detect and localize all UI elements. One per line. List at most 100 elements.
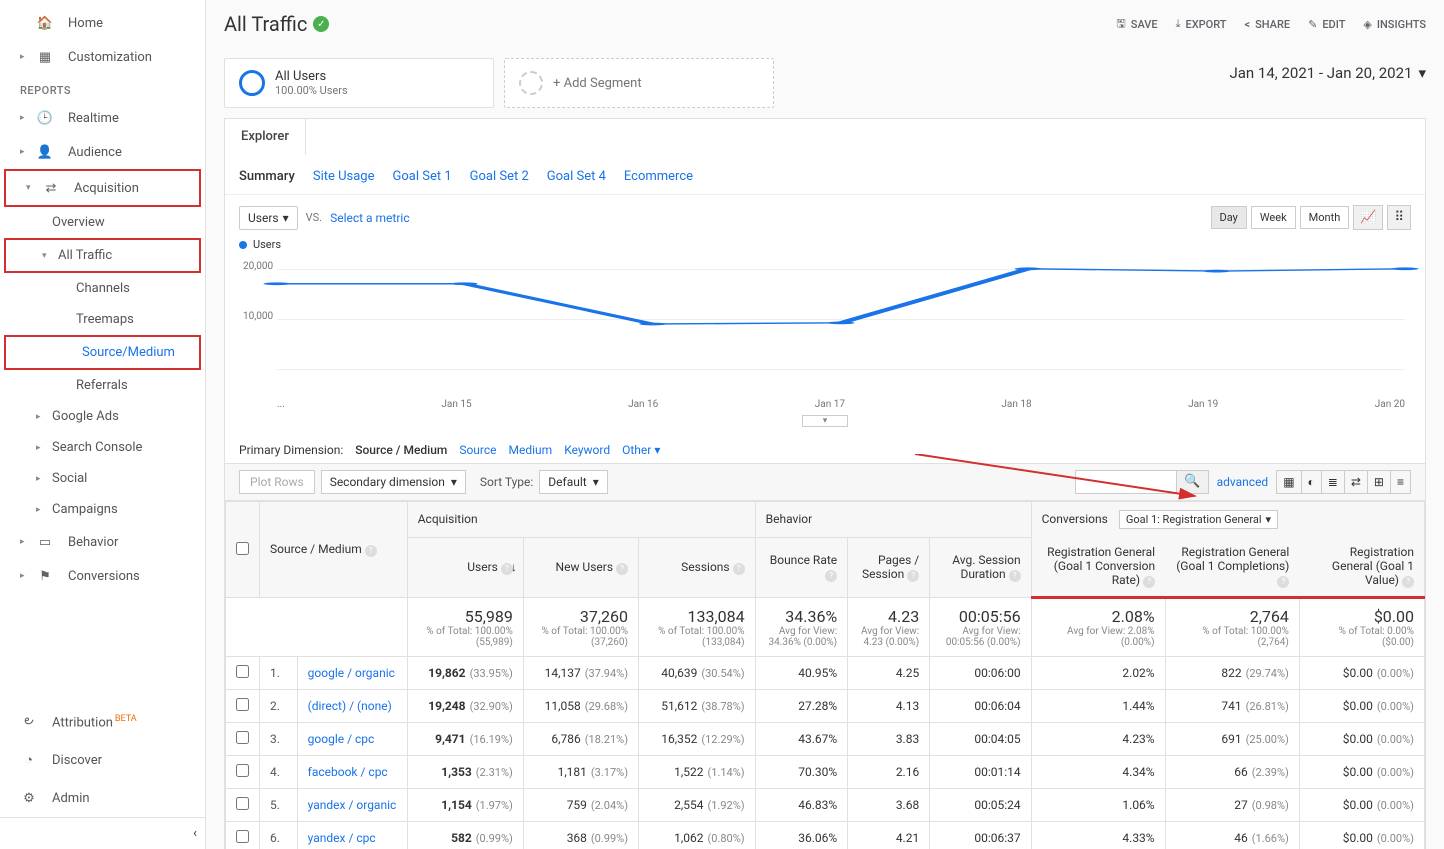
subtab-site-usage[interactable]: Site Usage (313, 169, 375, 184)
nav-social[interactable]: ▸Social (0, 463, 205, 494)
nav-realtime[interactable]: ▸🕒Realtime (0, 101, 205, 135)
th-avg-duration[interactable]: Avg. Session Duration? (930, 537, 1031, 598)
nav-customization[interactable]: ▸▦Customization (0, 40, 205, 74)
subtab-goal-set-1[interactable]: Goal Set 1 (393, 169, 452, 184)
nav-conversions[interactable]: ▸⚑Conversions (0, 559, 205, 593)
nav-treemaps[interactable]: Treemaps (0, 304, 205, 335)
th-bounce-rate[interactable]: Bounce Rate? (755, 537, 848, 598)
dim-other[interactable]: Other ▾ (622, 443, 660, 457)
conversions-select[interactable]: Goal 1: Registration General▾ (1119, 510, 1278, 529)
row-checkbox[interactable] (236, 830, 249, 843)
row-checkbox[interactable] (236, 764, 249, 777)
time-day[interactable]: Day (1211, 206, 1247, 229)
row-checkbox[interactable] (236, 665, 249, 678)
th-new-users[interactable]: New Users? (523, 537, 638, 598)
legend-dot-icon (239, 241, 247, 249)
chart-type-motion[interactable]: ⠿ (1387, 205, 1411, 230)
chart-expand[interactable]: ▾ (802, 415, 849, 427)
nav-audience[interactable]: ▸👤Audience (0, 135, 205, 169)
row-checkbox[interactable] (236, 698, 249, 711)
select-all-checkbox[interactable] (236, 542, 249, 555)
select-metric-link[interactable]: Select a metric (330, 211, 410, 225)
view-comparison[interactable]: ⇄ (1345, 471, 1368, 493)
table-row: 6.yandex / cpc582(0.99%)368(0.99%)1,062(… (226, 822, 1425, 849)
row-checkbox[interactable] (236, 731, 249, 744)
add-segment[interactable]: + Add Segment (504, 58, 774, 108)
th-pages-session[interactable]: Pages / Session? (848, 537, 930, 598)
acquisition-icon: ⇄ (42, 179, 60, 197)
share-icon: < (1245, 18, 1251, 31)
nav-acquisition[interactable]: ▾⇄Acquisition (4, 169, 201, 207)
subtab-summary[interactable]: Summary (239, 169, 295, 184)
source-link[interactable]: yandex / cpc (308, 831, 376, 845)
secondary-dim-select[interactable]: Secondary dimension▾ (321, 470, 466, 494)
subtab-ecommerce[interactable]: Ecommerce (624, 169, 693, 184)
th-sessions[interactable]: Sessions? (639, 537, 756, 598)
search-button[interactable]: 🔍 (1176, 471, 1207, 493)
view-performance[interactable]: ≣ (1322, 471, 1345, 493)
view-percentage[interactable]: ◐ (1302, 471, 1322, 493)
nav-channels[interactable]: Channels (0, 273, 205, 304)
subtab-goal-set-2[interactable]: Goal Set 2 (470, 169, 529, 184)
reports-label: REPORTS (0, 74, 205, 101)
nav-source-medium[interactable]: Source/Medium (4, 335, 201, 370)
row-checkbox[interactable] (236, 797, 249, 810)
view-other[interactable]: ≡ (1391, 471, 1410, 493)
table-row: 3.google / cpc9,471(16.19%)6,786(18.21%)… (226, 723, 1425, 756)
behavior-icon: ▭ (36, 533, 54, 551)
source-link[interactable]: yandex / organic (308, 798, 397, 812)
th-conversions: Conversions Goal 1: Registration General… (1031, 502, 1424, 538)
segment-all-users[interactable]: All Users100.00% Users (224, 58, 494, 108)
source-link[interactable]: facebook / cpc (308, 765, 388, 779)
th-goal-completions[interactable]: Registration General (Goal 1 Completions… (1165, 537, 1299, 598)
th-acquisition: Acquisition (407, 502, 755, 538)
edit-button[interactable]: ✎EDIT (1308, 15, 1345, 34)
nav-overview[interactable]: Overview (0, 207, 205, 238)
th-goal-rate[interactable]: Registration General (Goal 1 Conversion … (1031, 537, 1165, 598)
sort-type-select[interactable]: Default▾ (539, 470, 607, 494)
chart-x-axis: ... Jan 15 Jan 16 Jan 17 Jan 18 Jan 19 J… (225, 395, 1425, 410)
nav-all-traffic[interactable]: ▾All Traffic (4, 238, 201, 273)
plot-rows-button: Plot Rows (239, 470, 315, 494)
primary-dim-active[interactable]: Source / Medium (355, 443, 447, 457)
dim-keyword[interactable]: Keyword (564, 443, 610, 457)
export-button[interactable]: ⤓EXPORT (1176, 15, 1227, 34)
dim-source[interactable]: Source (459, 443, 496, 457)
nav-google-ads[interactable]: ▸Google Ads (0, 401, 205, 432)
pencil-icon: ✎ (1308, 18, 1317, 31)
metric-selector[interactable]: Users▾ (239, 206, 298, 230)
table-row: 4.facebook / cpc1,353(2.31%)1,181(3.17%)… (226, 756, 1425, 789)
view-table[interactable]: ▦ (1277, 471, 1301, 493)
date-range-picker[interactable]: Jan 14, 2021 - Jan 20, 2021▾ (1229, 58, 1426, 82)
source-link[interactable]: google / cpc (308, 732, 375, 746)
advanced-link[interactable]: advanced (1217, 475, 1269, 489)
collapse-sidebar[interactable]: ‹ (0, 817, 205, 849)
nav-behavior[interactable]: ▸▭Behavior (0, 525, 205, 559)
time-week[interactable]: Week (1251, 206, 1296, 229)
dim-medium[interactable]: Medium (509, 443, 553, 457)
share-button[interactable]: <SHARE (1245, 15, 1291, 34)
nav-attribution[interactable]: ౿AttributionBETA (0, 703, 205, 741)
subtab-goal-set-4[interactable]: Goal Set 4 (547, 169, 606, 184)
nav-discover[interactable]: ◔Discover (0, 741, 205, 779)
nav-search-console[interactable]: ▸Search Console (0, 432, 205, 463)
source-link[interactable]: (direct) / (none) (308, 699, 392, 713)
view-pivot[interactable]: ⊞ (1368, 471, 1391, 493)
chart-type-line[interactable]: 📈 (1353, 205, 1383, 230)
nav-home[interactable]: 🏠Home (0, 6, 205, 40)
nav-campaigns[interactable]: ▸Campaigns (0, 494, 205, 525)
th-goal-value[interactable]: Registration General (Goal 1 Value)? (1299, 537, 1424, 598)
nav-admin[interactable]: ⚙Admin (0, 779, 205, 817)
tab-explorer[interactable]: Explorer (225, 119, 306, 155)
search-input[interactable] (1076, 471, 1176, 493)
source-link[interactable]: google / organic (308, 666, 395, 680)
help-icon[interactable]: ? (365, 545, 377, 557)
table-row: 1.google / organic19,862(33.95%)14,137(3… (226, 657, 1425, 690)
th-users[interactable]: Users?↓ (407, 537, 523, 598)
time-month[interactable]: Month (1300, 206, 1350, 229)
person-icon: 👤 (36, 143, 54, 161)
save-button[interactable]: 🖫SAVE (1116, 15, 1157, 34)
nav-referrals[interactable]: Referrals (0, 370, 205, 401)
insights-button[interactable]: ◈INSIGHTS (1363, 15, 1426, 34)
verified-icon: ✓ (313, 16, 329, 32)
